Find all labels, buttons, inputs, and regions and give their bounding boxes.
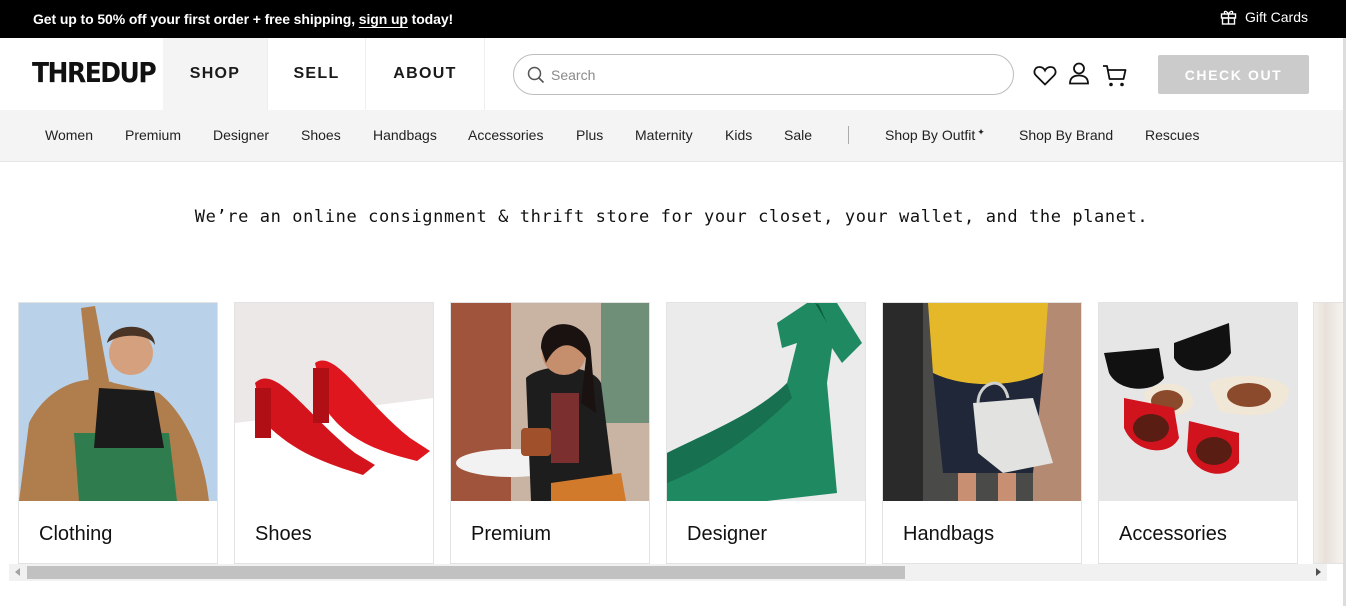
category-card-accessories[interactable]: Accessories (1098, 302, 1298, 564)
card-label-designer: Designer (687, 523, 768, 545)
promo-text-after: today! (407, 11, 454, 27)
category-shop-by-outfit[interactable]: Shop By Outfit ✦ (885, 127, 985, 143)
scroll-right-arrow[interactable] (1316, 568, 1321, 576)
promo-text-before: Get up to 50% off your first order + fre… (33, 11, 359, 27)
site-header: THREDUP SHOP SELL ABOUT CHECK OUT (0, 38, 1343, 110)
nav-tab-about[interactable]: ABOUT (366, 38, 485, 110)
card-label-accessories: Accessories (1119, 523, 1227, 545)
premium-image (451, 303, 649, 501)
account-icon[interactable] (1068, 62, 1090, 85)
tagline: We’re an online consignment & thrift sto… (194, 207, 1149, 227)
category-card-premium[interactable]: Premium (450, 302, 650, 564)
category-accessories[interactable]: Accessories (468, 127, 543, 143)
accessories-image (1099, 303, 1297, 501)
category-designer[interactable]: Designer (213, 127, 269, 143)
category-women[interactable]: Women (45, 127, 93, 143)
category-card-designer[interactable]: Designer (666, 302, 866, 564)
search-input[interactable] (551, 66, 991, 83)
next-card-peek[interactable] (1313, 302, 1343, 564)
gift-cards-label: Gift Cards (1244, 9, 1308, 25)
promo-bar: Get up to 50% off your first order + fre… (0, 0, 1346, 38)
clothing-image (19, 303, 217, 501)
category-shop-by-brand[interactable]: Shop By Brand (1019, 127, 1113, 143)
search-icon (527, 66, 545, 83)
thredup-logo[interactable]: THREDUP (32, 57, 157, 89)
category-maternity[interactable]: Maternity (635, 127, 693, 143)
shoes-image (235, 303, 433, 501)
category-card-clothing[interactable]: Clothing (18, 302, 218, 564)
checkout-button[interactable]: CHECK OUT (1158, 55, 1309, 94)
category-card-handbags[interactable]: Handbags (882, 302, 1082, 564)
scrollbar-thumb[interactable] (27, 566, 905, 579)
main-nav: SHOP SELL ABOUT (163, 38, 485, 110)
category-card-shoes[interactable]: Shoes (234, 302, 434, 564)
category-premium[interactable]: Premium (125, 127, 181, 143)
nav-tab-shop[interactable]: SHOP (163, 38, 268, 110)
shop-by-outfit-label: Shop By Outfit (885, 127, 976, 143)
category-handbags[interactable]: Handbags (373, 127, 437, 143)
carousel-scrollbar[interactable] (9, 564, 1327, 581)
category-kids[interactable]: Kids (725, 127, 752, 143)
handbags-image (883, 303, 1081, 501)
category-rescues[interactable]: Rescues (1145, 127, 1199, 143)
signup-link[interactable]: sign up (359, 11, 408, 27)
gift-cards-link[interactable]: Gift Cards (1220, 9, 1308, 25)
card-label-handbags: Handbags (903, 523, 995, 545)
card-label-premium: Premium (471, 523, 552, 545)
category-shoes[interactable]: Shoes (301, 127, 341, 143)
cart-icon[interactable] (1102, 64, 1128, 88)
nav-divider (848, 126, 849, 144)
gift-icon (1220, 10, 1237, 25)
card-label-clothing: Clothing (39, 523, 113, 545)
category-plus[interactable]: Plus (576, 127, 603, 143)
card-label-shoes: Shoes (255, 523, 312, 545)
nav-tab-sell[interactable]: SELL (268, 38, 366, 110)
sparkle-icon: ✦ (977, 127, 985, 137)
category-nav: Women Premium Designer Shoes Handbags Ac… (0, 110, 1343, 162)
category-sale[interactable]: Sale (784, 127, 812, 143)
promo-message: Get up to 50% off your first order + fre… (33, 11, 453, 27)
scroll-left-arrow[interactable] (15, 568, 20, 576)
search-box[interactable] (513, 54, 1014, 95)
designer-image (667, 303, 865, 501)
heart-icon[interactable] (1033, 65, 1057, 86)
